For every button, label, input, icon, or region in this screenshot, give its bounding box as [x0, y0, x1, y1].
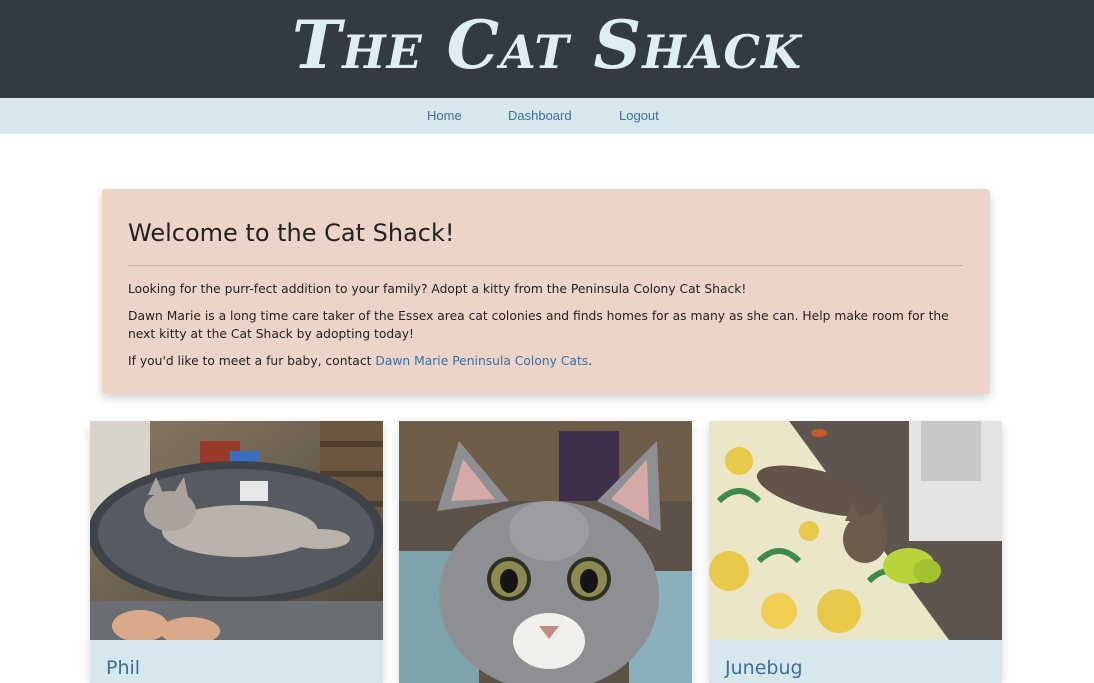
cat-photo-kitten[interactable] — [399, 421, 692, 683]
site-header: The Cat Shack — [0, 0, 1094, 98]
contact-link[interactable]: Dawn Marie Peninsula Colony Cats — [375, 354, 588, 368]
welcome-panel: Welcome to the Cat Shack! Looking for th… — [102, 189, 990, 394]
nav-logout-link[interactable]: Logout — [619, 108, 659, 123]
main-nav: Home Dashboard Logout — [0, 98, 1094, 134]
cat-name-junebug[interactable]: Junebug — [725, 657, 803, 679]
site-logo[interactable]: The Cat Shack — [0, 2, 1094, 88]
contact-prefix: If you'd like to meet a fur baby, contac… — [128, 354, 376, 368]
cat-name-phil[interactable]: Phil — [106, 657, 140, 679]
cat-card-phil[interactable]: Phil — [90, 421, 383, 683]
welcome-title: Welcome to the Cat Shack! — [128, 219, 455, 247]
nav-dashboard-link[interactable]: Dashboard — [508, 108, 572, 123]
cat-photo-phil[interactable] — [90, 421, 383, 640]
welcome-divider — [128, 265, 963, 266]
welcome-intro-text: Looking for the purr-fect addition to yo… — [128, 282, 747, 296]
welcome-contact-text: If you'd like to meet a fur baby, contac… — [128, 352, 958, 370]
cat-card-kitten[interactable] — [399, 421, 692, 683]
contact-suffix: . — [588, 354, 593, 368]
nav-home-link[interactable]: Home — [427, 108, 462, 123]
welcome-description-text: Dawn Marie is a long time care taker of … — [128, 309, 949, 341]
cat-photo-junebug[interactable] — [709, 421, 1002, 640]
cat-card-junebug[interactable]: Junebug — [709, 421, 1002, 683]
